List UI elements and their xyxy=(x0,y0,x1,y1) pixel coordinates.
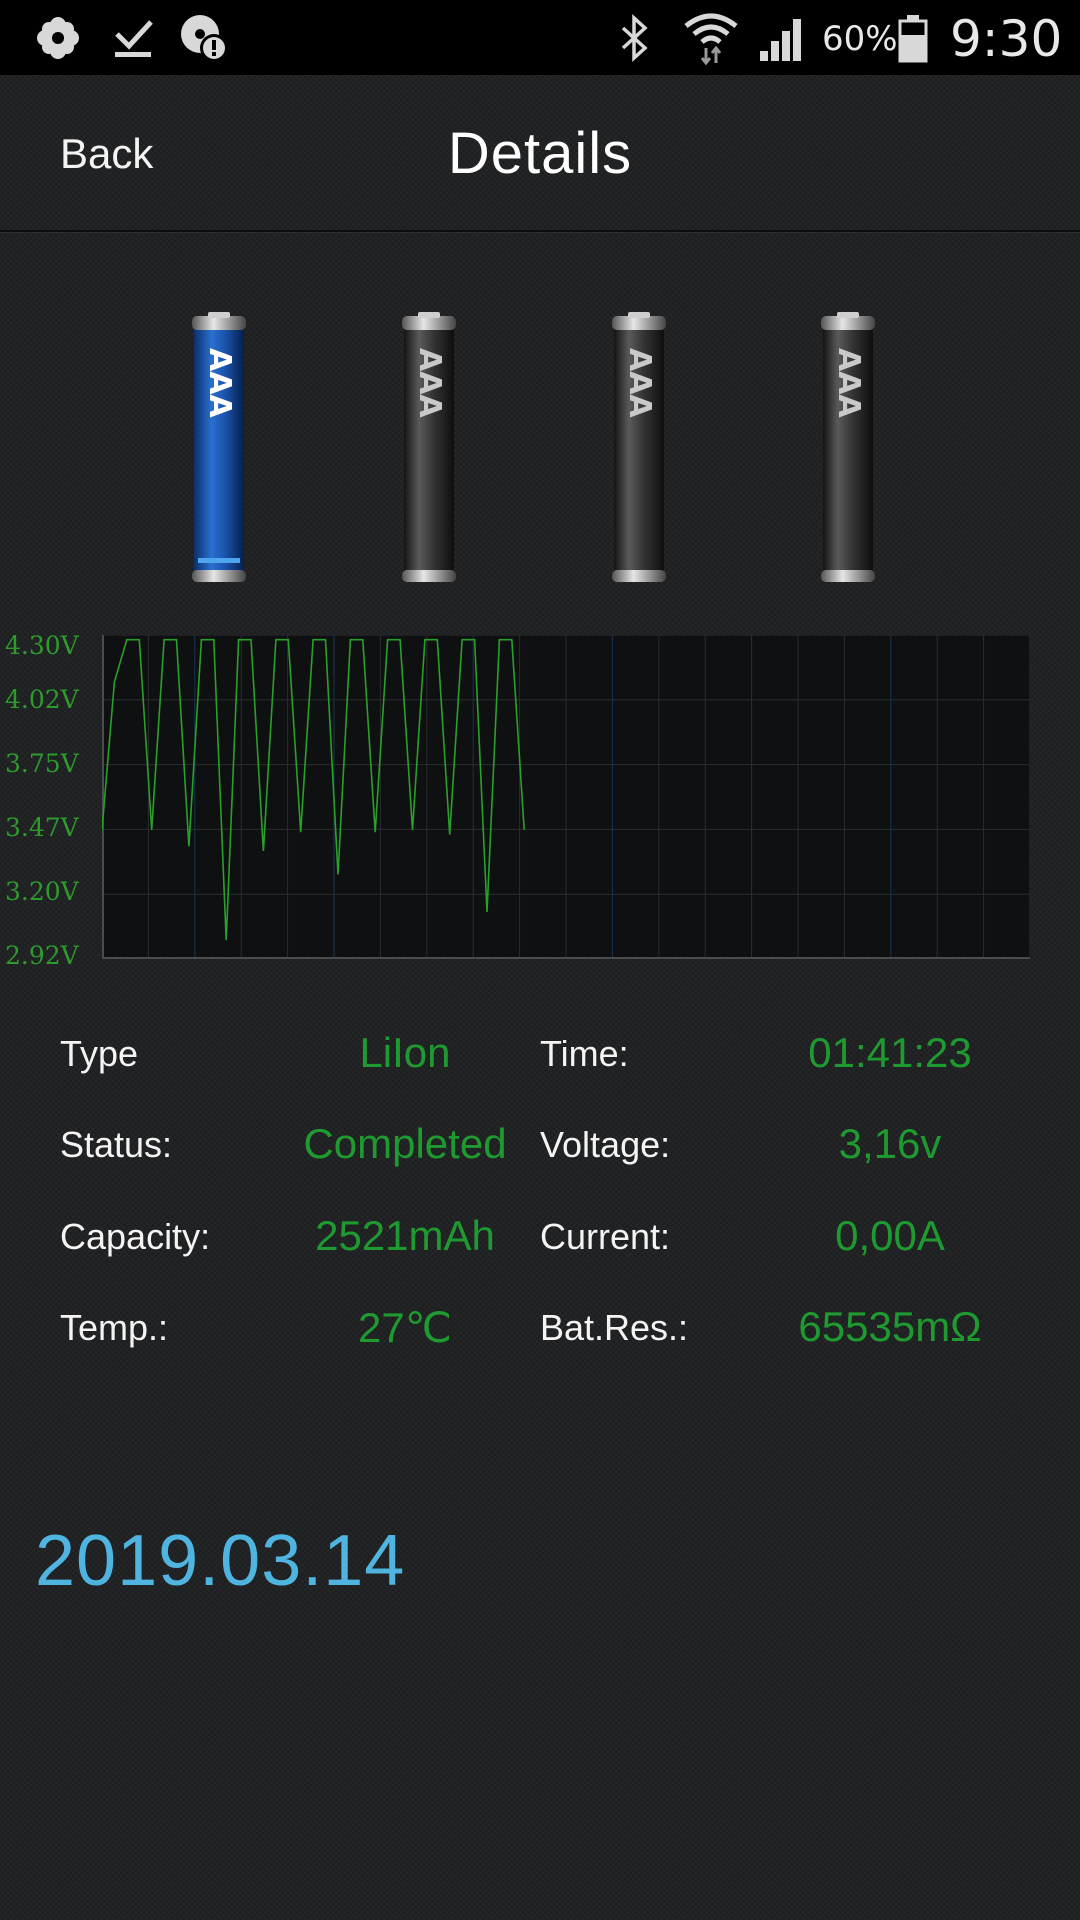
battery-slot-3[interactable]: AAA xyxy=(604,312,674,587)
capacity-label: Capacity: xyxy=(60,1216,211,1257)
battery-icon xyxy=(896,0,930,75)
voltage-value: 3,16v xyxy=(838,1120,942,1167)
voltage-chart xyxy=(102,635,1030,959)
ytick-label: 4.30V xyxy=(5,631,79,660)
header: Back Details xyxy=(0,75,1080,232)
wifi-icon xyxy=(680,0,742,75)
status-label: Status: xyxy=(60,1124,173,1165)
disc-alert-icon xyxy=(176,0,232,75)
battery-slot-1[interactable]: AAA xyxy=(184,312,254,587)
ytick-label: 4.02V xyxy=(5,685,79,714)
cell-signal-icon xyxy=(756,0,810,75)
status-bar: 60% 9:30 xyxy=(0,0,1080,75)
slot-label: AAA xyxy=(622,348,657,418)
ytick-label: 2.92V xyxy=(5,941,79,970)
ytick-label: 3.20V xyxy=(5,877,79,906)
battery-slot-2[interactable]: AAA xyxy=(394,312,464,587)
temp-label: Temp.: xyxy=(60,1307,169,1348)
time-label: Time: xyxy=(540,1033,629,1074)
bluetooth-icon xyxy=(614,0,654,75)
capacity-value: 2521mAh xyxy=(315,1212,495,1259)
type-value: LiIon xyxy=(359,1029,451,1076)
slot-label: AAA xyxy=(412,348,447,418)
flower-icon xyxy=(30,0,86,75)
bat-res-value: 65535mΩ xyxy=(798,1303,982,1350)
download-done-icon xyxy=(108,0,158,75)
temp-value: 27℃ xyxy=(358,1304,452,1351)
type-label: Type xyxy=(60,1033,139,1074)
time-value: 01:41:23 xyxy=(808,1029,972,1076)
battery-percent: 60% xyxy=(822,19,898,59)
current-value: 0,00A xyxy=(835,1212,945,1259)
page-title: Details xyxy=(447,121,633,186)
voltage-label: Voltage: xyxy=(540,1124,671,1165)
ytick-label: 3.75V xyxy=(5,749,79,778)
clock: 9:30 xyxy=(950,10,1063,68)
ytick-label: 3.47V xyxy=(5,813,79,842)
bat-res-label: Bat.Res.: xyxy=(540,1307,689,1348)
status-value: Completed xyxy=(303,1120,507,1167)
battery-slot-4[interactable]: AAA xyxy=(813,312,883,587)
current-label: Current: xyxy=(540,1216,671,1257)
slot-label: AAA xyxy=(202,348,237,418)
slot-label: AAA xyxy=(831,348,866,418)
record-date: 2019.03.14 xyxy=(35,1521,406,1601)
